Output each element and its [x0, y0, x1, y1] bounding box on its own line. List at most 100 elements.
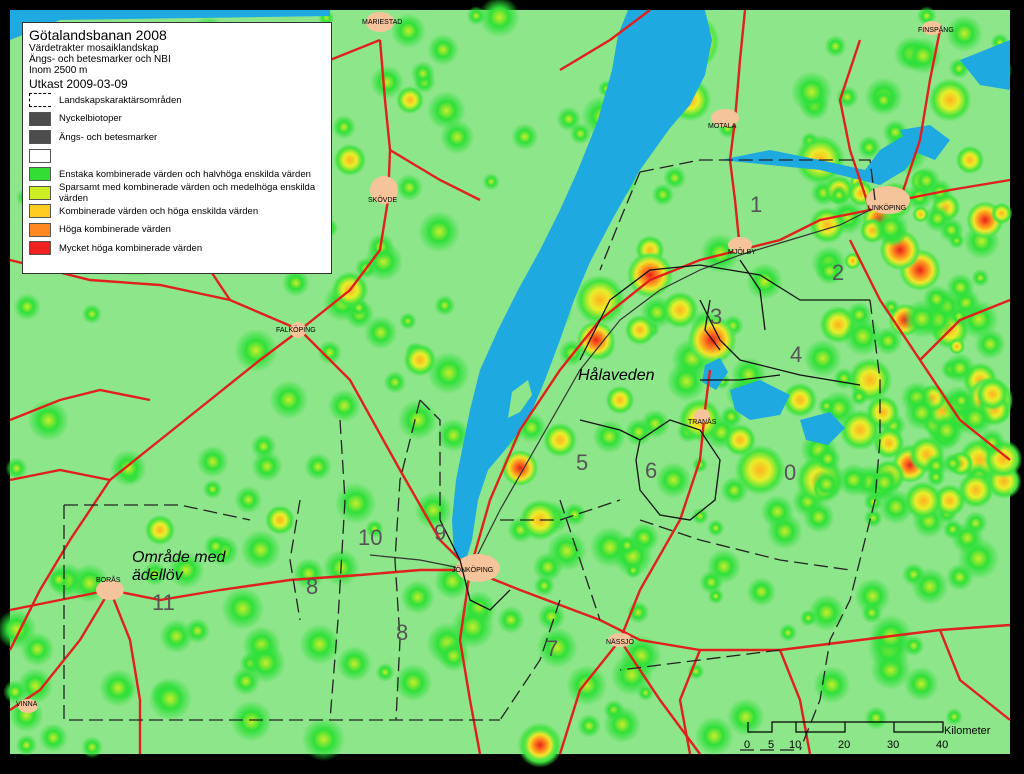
value-hotspot: [923, 204, 952, 233]
scale-tick-5: 5: [768, 739, 774, 751]
value-hotspot: [903, 395, 940, 431]
value-hotspot: [928, 78, 972, 122]
legend-swatch: [29, 93, 51, 108]
value-hotspot: [782, 382, 818, 418]
zone-label-8b: 8: [396, 620, 408, 645]
zone-label-2: 2: [832, 260, 844, 285]
legend-item: Kombinerade värden och höga enskilda vär…: [29, 202, 325, 221]
area-label-adellov-line1: Område med: [132, 548, 226, 566]
value-hotspot: [395, 85, 425, 115]
zone-label-11: 11: [152, 590, 175, 615]
value-hotspot: [655, 461, 692, 499]
value-hotspot: [616, 535, 638, 556]
value-hotspot: [397, 399, 439, 441]
city-label-vinna: VINNA: [16, 701, 38, 708]
map-legend: Götalandsbanan 2008 Värdetrakter mosaikl…: [22, 22, 332, 274]
value-hotspot: [403, 343, 437, 377]
value-hotspot: [799, 609, 818, 627]
value-hotspot: [707, 519, 725, 537]
value-hotspot: [955, 145, 985, 175]
value-hotspot: [144, 514, 176, 546]
legend-date: Utkast 2009-03-09: [29, 77, 128, 91]
value-hotspot: [418, 210, 461, 253]
city-label-tranas: TRANÅS: [688, 417, 717, 426]
value-hotspot: [333, 143, 367, 177]
value-hotspot: [833, 367, 855, 390]
value-hotspot: [746, 576, 777, 607]
value-hotspot: [814, 445, 841, 472]
legend-item: Ängs- och betesmarker: [29, 128, 325, 147]
scale-tick-40: 40: [936, 739, 948, 751]
value-hotspot: [903, 635, 925, 657]
value-hotspot: [824, 35, 847, 58]
value-hotspot: [944, 352, 976, 384]
legend-subtitle-2: Ängs- och betesmarker och NBI: [29, 54, 171, 65]
value-hotspot: [610, 653, 653, 697]
value-hotspot: [625, 562, 642, 579]
value-hotspot: [778, 623, 798, 642]
value-hotspot: [569, 122, 592, 145]
area-label-adellov-line2: ädellöv: [132, 567, 184, 584]
value-hotspot: [202, 479, 223, 500]
value-hotspot: [904, 37, 942, 75]
value-hotspot: [301, 717, 346, 762]
legend-label: Enstaka kombinerade värden och halvhöga …: [59, 168, 311, 180]
value-hotspot: [946, 273, 975, 302]
value-hotspot: [81, 303, 103, 325]
value-hotspot: [245, 642, 286, 684]
value-hotspot: [511, 123, 539, 151]
value-hotspot: [860, 601, 883, 624]
value-hotspot: [81, 736, 104, 759]
value-hotspot: [394, 663, 433, 702]
value-hotspot: [963, 511, 988, 536]
legend-label: Mycket höga kombinerade värden: [59, 242, 203, 254]
city-label-falkoping: FALKÖPING: [276, 326, 316, 334]
value-hotspot: [605, 385, 635, 415]
legend-swatch: [29, 185, 51, 200]
value-hotspot: [577, 713, 602, 738]
zone-label-7: 7: [546, 636, 558, 661]
zone-label-9: 9: [434, 520, 446, 545]
value-hotspot: [864, 706, 888, 730]
value-hotspot: [196, 445, 229, 478]
legend-label: Landskapskaraktärsområden: [59, 94, 182, 106]
value-hotspot: [466, 6, 486, 26]
value-hotspot: [828, 184, 850, 206]
value-hotspot: [426, 90, 467, 131]
scale-tick-0: 0: [744, 739, 750, 751]
zone-label-10: 10: [358, 525, 382, 550]
value-hotspot: [706, 548, 742, 584]
value-hotspot: [395, 173, 423, 202]
value-hotspot: [327, 389, 361, 423]
value-hotspot: [399, 312, 417, 330]
legend-item: Höga kombinerade värden: [29, 221, 325, 240]
value-hotspot: [661, 291, 699, 329]
legend-items: Landskapskaraktärsområden Nyckelbiotoper Ä…: [29, 91, 325, 258]
value-hotspot: [867, 465, 902, 500]
value-hotspot: [790, 71, 833, 113]
legend-swatch: [29, 148, 51, 163]
value-hotspot: [903, 481, 944, 521]
value-hotspot: [760, 494, 795, 529]
value-hotspot: [240, 529, 282, 571]
value-hotspot: [269, 380, 309, 420]
value-hotspot: [427, 33, 460, 66]
value-hotspot: [903, 666, 939, 702]
value-hotspot: [434, 294, 456, 317]
value-hotspot: [522, 727, 558, 763]
value-hotspot: [264, 504, 296, 536]
city-label-mariestad: MARIESTAD: [362, 19, 402, 26]
value-hotspot: [184, 618, 211, 644]
city-label-motala: MOTALA: [708, 123, 737, 130]
value-hotspot: [410, 61, 436, 86]
legend-item: Nyckelbiotoper: [29, 110, 325, 129]
value-hotspot: [872, 427, 905, 460]
value-hotspot: [363, 315, 398, 350]
value-hotspot: [810, 468, 842, 500]
legend-swatch: [29, 241, 51, 256]
legend-label: Kombinerade värden och höga enskilda vär…: [59, 205, 259, 217]
value-hotspot: [20, 632, 55, 667]
legend-item: Landskapskaraktärsområden: [29, 91, 325, 110]
value-hotspot: [451, 605, 495, 649]
city-label-mjolby: MJÖLBY: [728, 248, 756, 256]
